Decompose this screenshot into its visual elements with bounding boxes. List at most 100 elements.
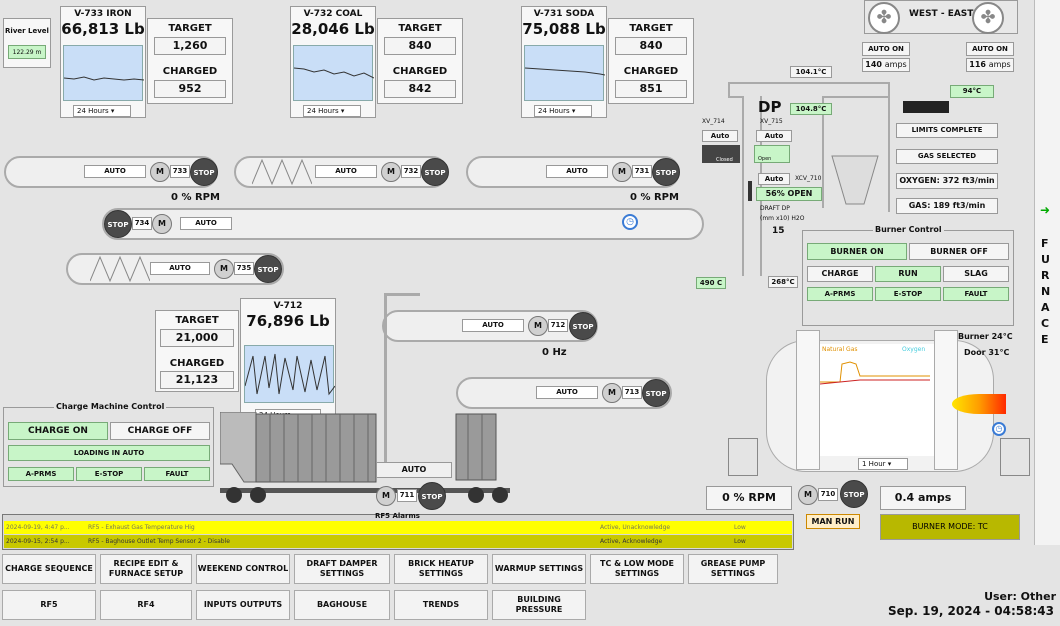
alarm-row[interactable]: 2024-09-15, 2:54 p... RF5 - Baghouse Out… [4, 535, 792, 548]
nav-recipe-edit[interactable]: RECIPE EDIT & FURNACE SETUP [100, 554, 192, 584]
conveyor-733-manual[interactable]: M [150, 162, 170, 182]
furnace-range-dropdown[interactable]: 1 Hour ▾ [858, 458, 908, 470]
conveyor-712-manual[interactable]: M [528, 316, 548, 336]
charge-off-button[interactable]: CHARGE OFF [110, 422, 210, 440]
range-dropdown[interactable]: 24 Hours ▾ [73, 105, 131, 117]
charge-on-button[interactable]: CHARGE ON [8, 422, 108, 440]
run-mode-button[interactable]: RUN [875, 266, 941, 282]
xv714-state: Closed [716, 157, 733, 163]
conveyor-731-stop-button[interactable]: STOP [652, 158, 680, 186]
target-label: TARGET [398, 23, 442, 34]
hopper-v733-target-panel: TARGET 1,260 CHARGED 952 [147, 18, 233, 104]
conveyor-710-stop-button[interactable]: STOP [840, 480, 868, 508]
duct-temp-490: 490 C [696, 277, 726, 289]
conveyor-711-manual[interactable]: M [376, 486, 396, 506]
oxygen-value: 372 [942, 176, 960, 185]
arrow-right-icon[interactable]: ➜ [1040, 203, 1050, 217]
conveyor-713-stop-button[interactable]: STOP [642, 379, 670, 407]
target-label: TARGET [175, 315, 219, 326]
nav-warmup[interactable]: WARMUP SETTINGS [492, 554, 586, 584]
conveyor-731-manual[interactable]: M [612, 162, 632, 182]
nav-rf5[interactable]: RF5 [2, 590, 96, 620]
conveyor-731-rpm: 0 % RPM [630, 192, 679, 203]
dp-temp-1: 104.1°C [790, 66, 832, 78]
slag-mode-button[interactable]: SLAG [943, 266, 1009, 282]
nav-weekend-control[interactable]: WEEKEND CONTROL [196, 554, 290, 584]
target-value[interactable]: 840 [615, 37, 687, 55]
target-value[interactable]: 21,000 [160, 329, 234, 347]
conveyor-710-manual[interactable]: M [798, 485, 818, 505]
conveyor-731-auto[interactable]: AUTO [546, 165, 608, 178]
nav-brick-heatup[interactable]: BRICK HEATUP SETTINGS [394, 554, 488, 584]
burner-off-button[interactable]: BURNER OFF [909, 243, 1009, 260]
conveyor-735-manual[interactable]: M [214, 259, 234, 279]
conveyor-733-stop-button[interactable]: STOP [190, 158, 218, 186]
nav-rf4[interactable]: RF4 [100, 590, 192, 620]
conveyor-732-auto[interactable]: AUTO [315, 165, 377, 178]
conveyor-712-id: 712 [548, 319, 568, 332]
alarm-text: RF5 - Baghouse Outlet Temp Sensor 2 - Di… [88, 538, 230, 545]
alarm-row[interactable]: 2024-09-19, 4:47 p... RF5 - Exhaust Gas … [4, 521, 792, 534]
conveyor-713-manual[interactable]: M [602, 383, 622, 403]
door-temp: Door 31°C [964, 348, 1010, 357]
nav-tc-low-mode[interactable]: TC & LOW MODE SETTINGS [590, 554, 684, 584]
conveyor-734-stop-button[interactable]: STOP [104, 210, 132, 238]
burner-on-button[interactable]: BURNER ON [807, 243, 907, 260]
conveyor-735-auto[interactable]: AUTO [150, 262, 210, 275]
range-dropdown[interactable]: 24 Hours ▾ [534, 105, 592, 117]
alarm-state: Active, Acknowledge [600, 538, 663, 545]
conveyor-732-manual[interactable]: M [381, 162, 401, 182]
current-user: User: Other [984, 590, 1056, 603]
target-value[interactable]: 840 [384, 37, 456, 55]
fan-temp: 94°C [950, 85, 994, 98]
damper-bar [903, 101, 949, 113]
fan-right-amps-box: 116 amps [966, 58, 1014, 72]
conveyor-710-amps: 0.4 amps [880, 486, 966, 510]
xv715-auto[interactable]: Auto [756, 130, 792, 142]
burner-control-title: Burner Control [873, 225, 944, 234]
nav-draft-damper[interactable]: DRAFT DAMPER SETTINGS [294, 554, 390, 584]
hopper-title: V-732 COAL [303, 9, 363, 19]
hopper-weight: 76,896 Lb [246, 312, 330, 330]
conveyor-711-stop-button[interactable]: STOP [418, 482, 446, 510]
fan-right-mode[interactable]: AUTO ON [966, 42, 1014, 56]
screw-auger-icon [252, 158, 312, 186]
nav-grease-pump[interactable]: GREASE PUMP SETTINGS [688, 554, 778, 584]
nav-building-pressure[interactable]: BUILDING PRESSURE [492, 590, 586, 620]
conveyor-713-id: 713 [622, 386, 642, 399]
river-level-value: 122.29 m [8, 45, 46, 59]
range-dropdown[interactable]: 24 Hours ▾ [303, 105, 361, 117]
conveyor-733-auto[interactable]: AUTO [84, 165, 146, 178]
charged-value: 952 [154, 80, 226, 98]
conveyor-734-manual[interactable]: M [152, 214, 172, 234]
conveyor-735-stop-button[interactable]: STOP [254, 255, 282, 283]
alarm-time: 2024-09-19, 4:47 p... [6, 524, 70, 531]
fan-left-amps-box: 140 amps [862, 58, 910, 72]
charged-value: 842 [384, 80, 456, 98]
furnace-support [728, 438, 758, 476]
conveyor-712-stop-button[interactable]: STOP [569, 312, 597, 340]
fan-left-icon: ✤ [868, 2, 900, 34]
fan-left-mode[interactable]: AUTO ON [862, 42, 910, 56]
nav-inputs-outputs[interactable]: INPUTS OUTPUTS [196, 590, 290, 620]
hopper-trend-chart [524, 45, 606, 101]
conveyor-732-stop-button[interactable]: STOP [421, 158, 449, 186]
estop-indicator: E-STOP [76, 467, 142, 481]
nav-charge-sequence[interactable]: CHARGE SEQUENCE [2, 554, 96, 584]
hopper-v732: V-732 COAL 28,046 Lb 24 Hours ▾ [290, 6, 376, 118]
conveyor-711-auto[interactable]: AUTO [376, 462, 452, 478]
furnace-trend-chart: Natural Gas Oxygen 1 Hour ▾ [820, 344, 934, 470]
gas-unit: ft3/min [952, 201, 986, 210]
man-run-button[interactable]: MAN RUN [806, 514, 860, 529]
target-value[interactable]: 1,260 [154, 37, 226, 55]
xcv710-auto[interactable]: Auto [758, 173, 790, 185]
charge-mode-button[interactable]: CHARGE [807, 266, 873, 282]
draft-dp-unit: (mm x10) H2O [760, 215, 805, 222]
nav-trends[interactable]: TRENDS [394, 590, 488, 620]
conveyor-712-auto[interactable]: AUTO [462, 319, 524, 332]
conveyor-734-auto[interactable]: AUTO [180, 217, 232, 230]
xv714-auto[interactable]: Auto [702, 130, 738, 142]
hopper-v732-target-panel: TARGET 840 CHARGED 842 [377, 18, 463, 104]
conveyor-713-auto[interactable]: AUTO [536, 386, 598, 399]
nav-baghouse[interactable]: BAGHOUSE [294, 590, 390, 620]
